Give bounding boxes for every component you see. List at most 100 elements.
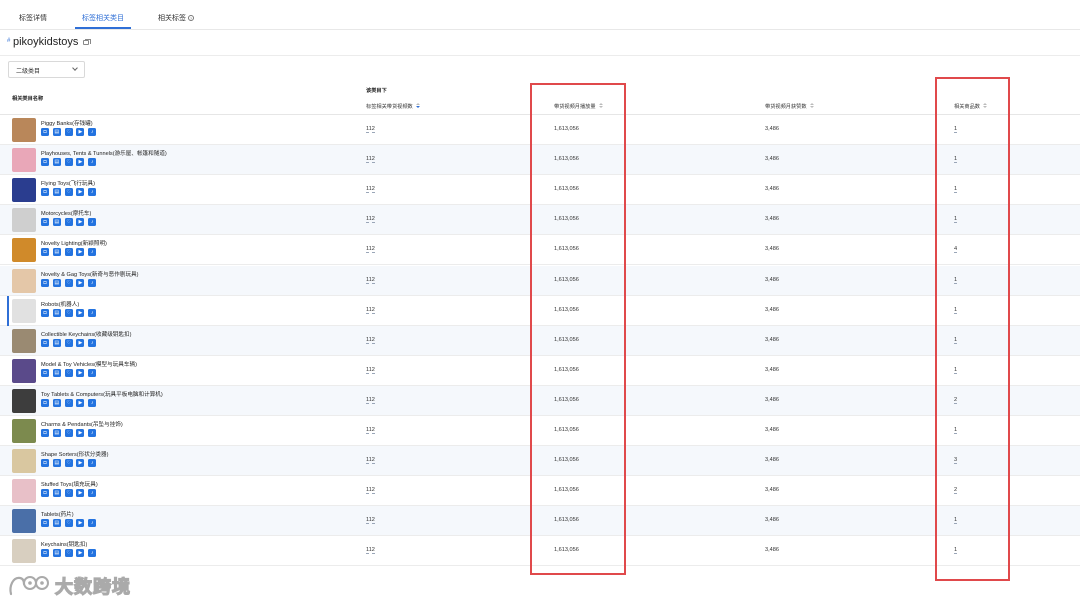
video-count-cell[interactable]: 112 bbox=[366, 246, 375, 254]
heart-icon[interactable]: ♡ bbox=[64, 519, 73, 528]
sort-icon[interactable] bbox=[983, 103, 988, 109]
table-row[interactable]: Robots(机器人) ◘ ▤ ♡ ▶ ♪ 112 1,613,056 3,486 1 bbox=[0, 295, 1080, 326]
tab-related-categories[interactable]: 标签相关类目 bbox=[82, 13, 124, 23]
tiktok-shop-icon[interactable]: ◘ bbox=[41, 549, 49, 558]
category-name[interactable]: Stuffed Toys(填充玩具) bbox=[41, 480, 98, 488]
video-count-cell[interactable]: 112 bbox=[366, 367, 375, 374]
heart-icon[interactable]: ♡ bbox=[64, 489, 73, 498]
video-count-cell[interactable]: 112 bbox=[366, 307, 375, 314]
category-name[interactable]: Shape Sorters(形状分类器) bbox=[41, 450, 108, 458]
category-thumbnail[interactable] bbox=[12, 388, 36, 413]
tiktok-icon[interactable]: ♪ bbox=[88, 128, 97, 136]
copy-icon[interactable]: ▤ bbox=[52, 278, 61, 287]
heart-icon[interactable]: ♡ bbox=[64, 459, 73, 468]
heart-icon[interactable]: ♡ bbox=[64, 278, 73, 287]
category-name[interactable]: Novelty Lighting(新颖照明) bbox=[41, 239, 107, 247]
tiktok-icon[interactable]: ♪ bbox=[88, 188, 97, 197]
video-count-cell[interactable]: 112 bbox=[366, 337, 375, 344]
tiktok-shop-icon[interactable]: ◘ bbox=[41, 459, 49, 468]
product-count-cell[interactable]: 1 bbox=[954, 427, 958, 434]
category-level-select[interactable]: 二级类目 bbox=[8, 61, 85, 78]
video-icon[interactable]: ▶ bbox=[76, 459, 85, 468]
tiktok-shop-icon[interactable]: ◘ bbox=[41, 429, 49, 437]
table-row[interactable]: Playhouses, Tents & Tunnels(游乐屋、帐篷和隧道) ◘ ▤… bbox=[0, 145, 1080, 176]
copy-icon[interactable]: ▤ bbox=[52, 519, 61, 528]
copy-icon[interactable]: ▤ bbox=[52, 218, 61, 227]
header-likes[interactable]: 带货视频月获赞数 bbox=[765, 103, 815, 110]
category-name[interactable]: Novelty & Gag Toys(新奇与恶作剧玩具) bbox=[41, 270, 139, 278]
header-videos[interactable]: 标签相关带货视频数 bbox=[366, 103, 421, 110]
category-name[interactable]: Collectible Keychains(收藏级钥匙扣) bbox=[41, 330, 131, 338]
video-icon[interactable]: ▶ bbox=[76, 158, 85, 167]
tiktok-icon[interactable]: ♪ bbox=[88, 429, 97, 437]
heart-icon[interactable]: ♡ bbox=[64, 368, 73, 377]
product-count-cell[interactable]: 4 bbox=[954, 246, 958, 254]
product-count-cell[interactable]: 2 bbox=[954, 487, 958, 495]
video-count-cell[interactable]: 112 bbox=[366, 156, 375, 164]
video-icon[interactable]: ▶ bbox=[76, 338, 85, 347]
heart-icon[interactable]: ♡ bbox=[64, 188, 73, 197]
copy-icon[interactable]: ▤ bbox=[52, 128, 61, 136]
category-thumbnail[interactable] bbox=[12, 148, 36, 173]
category-name[interactable]: Flying Toys(飞行玩具) bbox=[41, 179, 95, 187]
table-row[interactable]: Novelty & Gag Toys(新奇与恶作剧玩具) ◘ ▤ ♡ ▶ ♪ 112 1,61… bbox=[0, 265, 1080, 296]
product-count-cell[interactable]: 1 bbox=[954, 517, 958, 525]
header-plays[interactable]: 带货视频月播放量 bbox=[554, 103, 604, 110]
product-count-cell[interactable]: 2 bbox=[954, 397, 958, 404]
product-count-cell[interactable]: 1 bbox=[954, 186, 958, 194]
category-thumbnail[interactable] bbox=[12, 539, 36, 564]
category-name[interactable]: Piggy Banks(存钱罐) bbox=[41, 119, 93, 127]
tiktok-shop-icon[interactable]: ◘ bbox=[41, 218, 49, 227]
tiktok-icon[interactable]: ♪ bbox=[88, 158, 97, 167]
tiktok-shop-icon[interactable]: ◘ bbox=[41, 338, 49, 347]
video-icon[interactable]: ▶ bbox=[76, 248, 85, 257]
copy-icon[interactable]: ▤ bbox=[52, 459, 61, 468]
product-count-cell[interactable]: 1 bbox=[954, 367, 958, 374]
product-count-cell[interactable]: 1 bbox=[954, 277, 958, 284]
video-count-cell[interactable]: 112 bbox=[366, 487, 375, 495]
category-name[interactable]: Playhouses, Tents & Tunnels(游乐屋、帐篷和隧道) bbox=[41, 149, 167, 157]
category-thumbnail[interactable] bbox=[12, 178, 36, 203]
category-name[interactable]: Motorcycles(摩托车) bbox=[41, 209, 91, 217]
product-count-cell[interactable]: 1 bbox=[954, 216, 958, 224]
video-count-cell[interactable]: 112 bbox=[366, 277, 375, 284]
tiktok-shop-icon[interactable]: ◘ bbox=[41, 248, 49, 257]
help-icon[interactable]: ? bbox=[188, 15, 194, 21]
category-thumbnail[interactable] bbox=[12, 118, 36, 142]
video-icon[interactable]: ▶ bbox=[76, 128, 85, 136]
copy-icon[interactable]: ▤ bbox=[52, 188, 61, 197]
header-products[interactable]: 相关商品数 bbox=[954, 103, 988, 110]
video-icon[interactable]: ▶ bbox=[76, 218, 85, 227]
category-thumbnail[interactable] bbox=[12, 268, 36, 293]
sort-icon[interactable] bbox=[599, 103, 604, 109]
product-count-cell[interactable]: 1 bbox=[954, 547, 958, 555]
table-row[interactable]: Novelty Lighting(新颖照明) ◘ ▤ ♡ ▶ ♪ 112 1,613,056 3… bbox=[0, 235, 1080, 266]
tiktok-icon[interactable]: ♪ bbox=[88, 248, 97, 257]
video-count-cell[interactable]: 112 bbox=[366, 186, 375, 194]
table-row[interactable]: Flying Toys(飞行玩具) ◘ ▤ ♡ ▶ ♪ 112 1,613,056 3,486 1 bbox=[0, 175, 1080, 206]
video-icon[interactable]: ▶ bbox=[76, 489, 85, 498]
video-count-cell[interactable]: 112 bbox=[366, 427, 375, 434]
tiktok-icon[interactable]: ♪ bbox=[88, 549, 97, 558]
product-count-cell[interactable]: 1 bbox=[954, 126, 958, 133]
tiktok-shop-icon[interactable]: ◘ bbox=[41, 278, 49, 287]
video-icon[interactable]: ▶ bbox=[76, 308, 85, 317]
video-count-cell[interactable]: 112 bbox=[366, 397, 375, 404]
category-thumbnail[interactable] bbox=[12, 358, 36, 383]
category-name[interactable]: Robots(机器人) bbox=[41, 300, 79, 308]
product-count-cell[interactable]: 1 bbox=[954, 156, 958, 164]
heart-icon[interactable]: ♡ bbox=[64, 128, 73, 136]
copy-icon[interactable]: ▤ bbox=[52, 248, 61, 257]
tiktok-icon[interactable]: ♪ bbox=[88, 398, 97, 407]
tiktok-icon[interactable]: ♪ bbox=[88, 338, 97, 347]
video-icon[interactable]: ▶ bbox=[76, 398, 85, 407]
tiktok-icon[interactable]: ♪ bbox=[88, 278, 97, 287]
copy-icon[interactable] bbox=[83, 39, 91, 45]
video-icon[interactable]: ▶ bbox=[76, 429, 85, 437]
product-count-cell[interactable]: 3 bbox=[954, 457, 958, 465]
video-icon[interactable]: ▶ bbox=[76, 549, 85, 558]
video-count-cell[interactable]: 112 bbox=[366, 517, 375, 525]
category-thumbnail[interactable] bbox=[12, 509, 36, 534]
table-row[interactable]: Shape Sorters(形状分类器) ◘ ▤ ♡ ▶ ♪ 112 1,613,056 3,4… bbox=[0, 446, 1080, 477]
video-icon[interactable]: ▶ bbox=[76, 278, 85, 287]
